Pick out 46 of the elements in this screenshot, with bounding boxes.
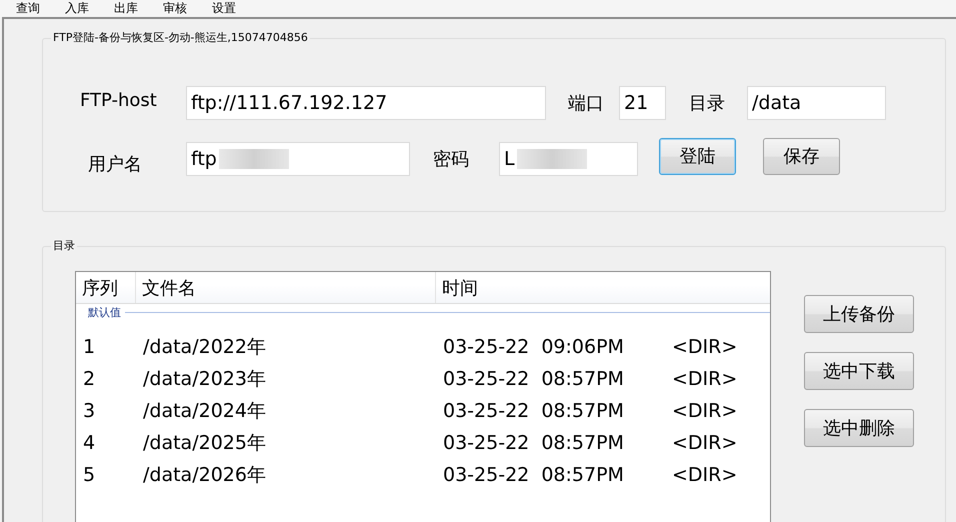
table-cell-text: 03-25-22 08:57PM: [443, 368, 625, 390]
field-label: 目录: [689, 92, 726, 115]
action-button[interactable]: 上传备份: [804, 295, 914, 333]
directory-field[interactable]: /data: [747, 86, 886, 120]
table-cell-text: /data/2024年: [143, 399, 267, 424]
table-cell-text: 4: [82, 432, 96, 454]
table-cell-text: 1: [82, 336, 96, 358]
action-button[interactable]: 选中删除: [804, 409, 914, 447]
table-cell: <DIR>: [672, 336, 738, 358]
group-title: 目录: [51, 239, 77, 253]
table-cell-text: 03-25-22 08:57PM: [443, 432, 625, 454]
port-field[interactable]: 21: [619, 86, 666, 120]
table-cell-text: /data/2022年: [143, 335, 267, 360]
column-header[interactable]: 序列: [76, 272, 136, 303]
table-cell: <DIR>: [672, 432, 738, 454]
host-field[interactable]: ftp://111.67.192.127: [186, 86, 546, 120]
table-cell-text: /data/2026年: [143, 463, 267, 488]
table-cell-text: /data/2025年: [143, 431, 267, 456]
field-label: 端口: [568, 92, 605, 115]
column-header[interactable]: 时间: [436, 272, 770, 303]
table-cell-text: 03-25-22 08:57PM: [443, 464, 625, 486]
group-title: FTP登陆-备份与恢复区-勿动-熊运生,15074704856: [51, 31, 310, 45]
field-label: 密码: [433, 148, 470, 171]
column-header[interactable]: 文件名: [136, 272, 436, 303]
field-label: FTP-host: [80, 90, 158, 110]
table-cell-text: 2: [82, 368, 96, 390]
action-button[interactable]: 选中下载: [804, 352, 914, 390]
table-cell-text: /data/2023年: [143, 367, 267, 392]
table-cell: <DIR>: [672, 464, 738, 486]
menu-item[interactable]: 审核: [161, 0, 189, 17]
login-button[interactable]: 登陆: [659, 138, 736, 174]
table-cell-text: 03-25-22 09:06PM: [443, 336, 625, 358]
field-label: 用户名: [88, 153, 143, 176]
save-button[interactable]: 保存: [763, 138, 840, 174]
table-cell: <DIR>: [672, 400, 738, 422]
table-cell-text: 5: [82, 464, 96, 486]
password-field[interactable]: L: [499, 142, 638, 176]
menu-item[interactable]: 出库: [112, 0, 140, 17]
username-field[interactable]: ftp: [186, 142, 410, 176]
menu-item[interactable]: 设置: [210, 0, 238, 17]
table-cell-text: 03-25-22 08:57PM: [443, 400, 625, 422]
table-cell: <DIR>: [672, 368, 738, 390]
group-label: 默认值: [88, 304, 121, 320]
table-cell-text: 3: [82, 400, 96, 422]
menu-item[interactable]: 查询: [14, 0, 42, 17]
menu-item[interactable]: 入库: [63, 0, 91, 17]
